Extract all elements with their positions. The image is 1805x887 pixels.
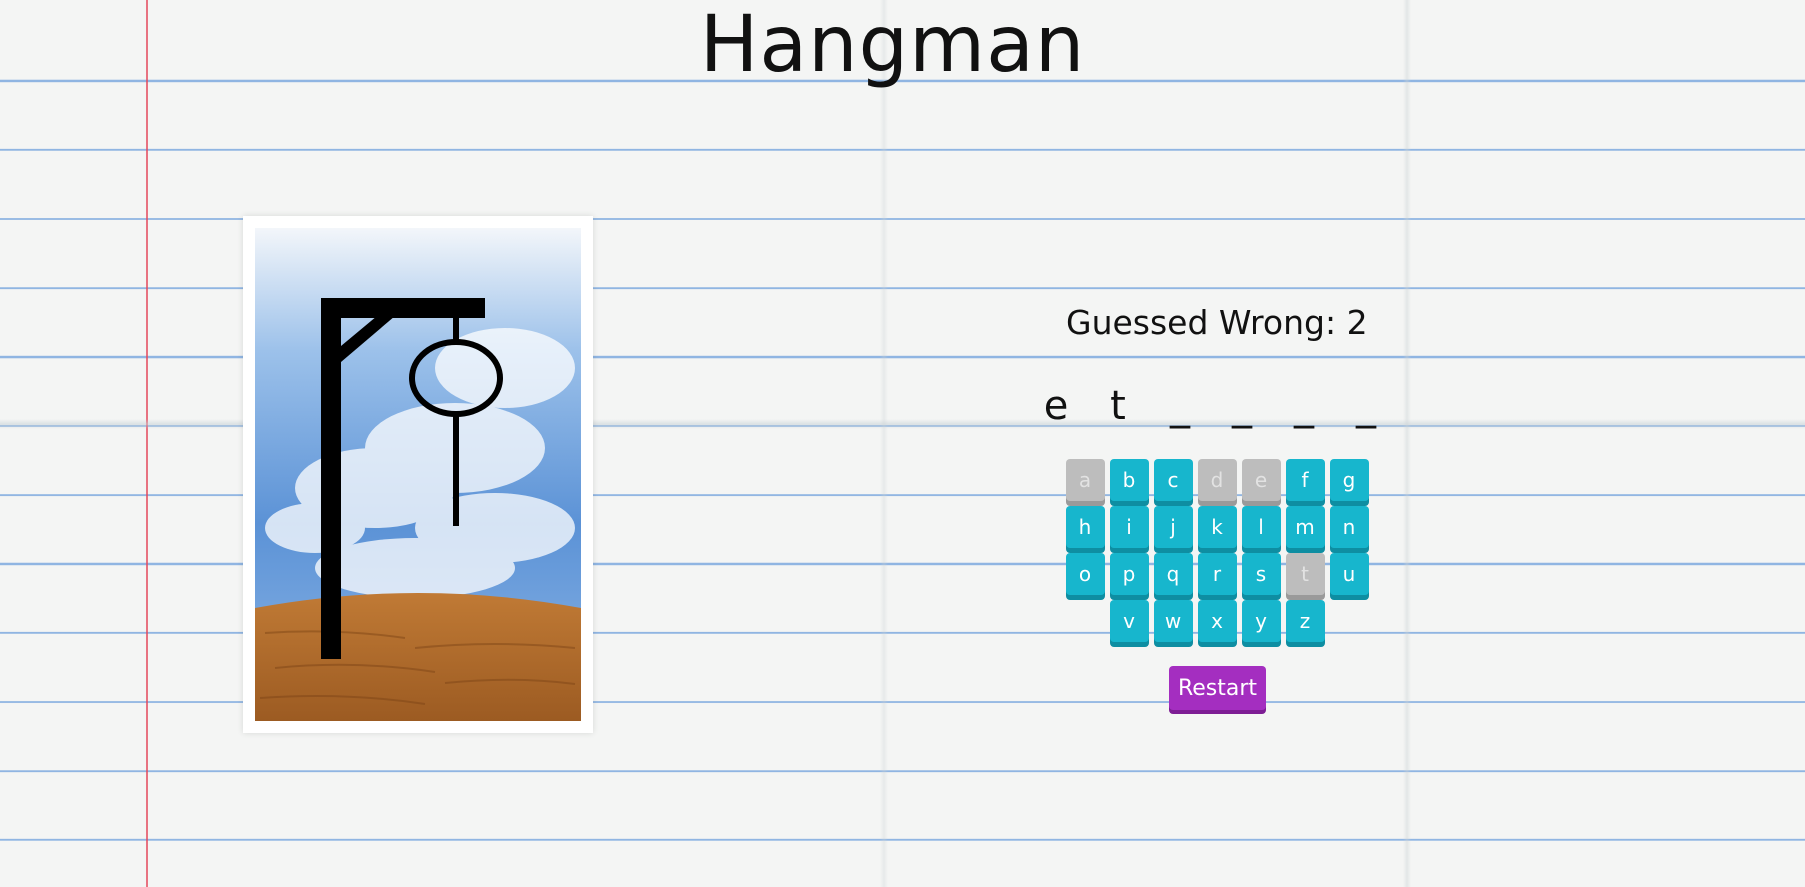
keyboard-row: o p q r s t u — [1065, 553, 1369, 595]
game-title: Hangman — [699, 0, 1086, 90]
key-z[interactable]: z — [1285, 600, 1325, 642]
key-b[interactable]: b — [1109, 459, 1149, 501]
key-c[interactable]: c — [1153, 459, 1193, 501]
key-l[interactable]: l — [1241, 506, 1281, 548]
wrong-guess-counter: Guessed Wrong: 2 — [1066, 303, 1368, 342]
key-f[interactable]: f — [1285, 459, 1325, 501]
key-e[interactable]: e — [1241, 459, 1281, 501]
rope — [453, 318, 459, 340]
restart-button[interactable]: Restart — [1169, 666, 1266, 710]
key-d[interactable]: d — [1197, 459, 1237, 501]
paper-crease — [880, 0, 888, 887]
keyboard-row: v w x y z — [1065, 600, 1369, 642]
word-letter: _ — [1170, 383, 1190, 429]
key-h[interactable]: h — [1065, 506, 1105, 548]
key-u[interactable]: u — [1329, 553, 1369, 595]
key-s[interactable]: s — [1241, 553, 1281, 595]
hangman-picture — [243, 216, 593, 733]
key-y[interactable]: y — [1241, 600, 1281, 642]
key-k[interactable]: k — [1197, 506, 1237, 548]
key-x[interactable]: x — [1197, 600, 1237, 642]
keyboard-row: a b c d e f g — [1065, 459, 1369, 501]
word-letter: _ — [1294, 383, 1314, 429]
word-letter: _ — [1232, 383, 1252, 429]
key-q[interactable]: q — [1153, 553, 1193, 595]
word-letter: _ — [1356, 383, 1376, 429]
gallows-beam — [321, 298, 485, 318]
key-m[interactable]: m — [1285, 506, 1325, 548]
gallows-post — [321, 299, 341, 659]
body — [453, 414, 459, 526]
gallows-illustration — [255, 228, 581, 721]
key-p[interactable]: p — [1109, 553, 1149, 595]
key-j[interactable]: j — [1153, 506, 1193, 548]
word-letter: e — [1043, 383, 1069, 429]
key-t[interactable]: t — [1285, 553, 1325, 595]
key-i[interactable]: i — [1109, 506, 1149, 548]
key-w[interactable]: w — [1153, 600, 1193, 642]
letter-keyboard: a b c d e f g h i j k l m n o p q r s t … — [1065, 459, 1369, 647]
ground — [255, 593, 581, 721]
key-n[interactable]: n — [1329, 506, 1369, 548]
key-a[interactable]: a — [1065, 459, 1105, 501]
word-letter: t — [1110, 383, 1126, 429]
key-v[interactable]: v — [1109, 600, 1149, 642]
key-o[interactable]: o — [1065, 553, 1105, 595]
keyboard-row: h i j k l m n — [1065, 506, 1369, 548]
word-display: e t _ _ _ _ — [1036, 382, 1386, 430]
paper-crease — [1403, 0, 1411, 887]
key-g[interactable]: g — [1329, 459, 1369, 501]
key-r[interactable]: r — [1197, 553, 1237, 595]
